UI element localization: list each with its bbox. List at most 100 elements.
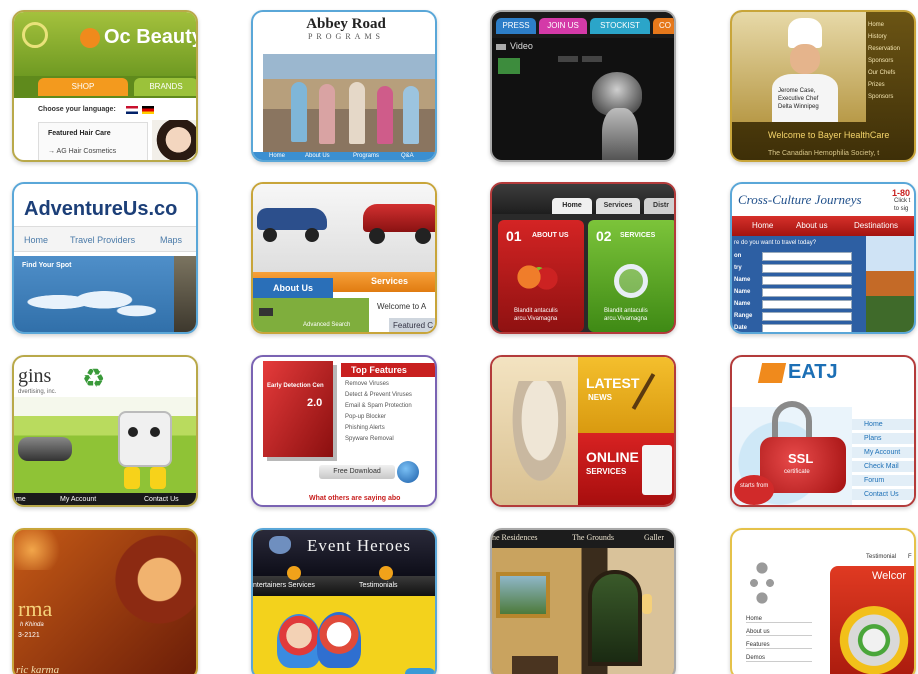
feature-item: Email & Spam Protection [345,403,412,409]
tile-welcome-site[interactable]: Testimonial F Welcor Home About us Featu… [730,528,916,674]
nav-travel-providers[interactable]: Travel Providers [70,235,135,245]
menu-about-us[interactable]: About us [746,629,812,636]
form-rows: on try Name Name Name Range Date [732,250,866,332]
menu-check-mail[interactable]: Check Mail [852,461,914,472]
nav-home[interactable]: me [16,496,26,503]
menu-home[interactable]: Home [852,419,914,430]
cross-click[interactable]: Click t [894,198,910,204]
tile-event-heroes[interactable]: Event Heroes ntertainers Services Testim… [251,528,437,674]
menu-forum[interactable]: Forum [852,475,914,486]
menu-plans[interactable]: Plans [852,433,914,444]
chair-image [512,656,558,674]
select-field[interactable] [762,276,852,285]
recycle-icon: ♻ [82,363,106,393]
tile-gins-advertising[interactable]: gins dvertising, inc. ♻ me My Account Co… [12,355,198,507]
tab-home[interactable]: Home [552,198,592,214]
menu-reservation[interactable]: Reservation [868,46,900,52]
nav-contact-us[interactable]: Contact Us [144,496,179,503]
tile-latest-news[interactable]: LATEST NEWS ONLINE SERVICES [490,355,676,507]
tab-shop[interactable]: SHOP [38,78,128,96]
video-logo-icon [498,58,520,74]
nav-my-account[interactable]: My Account [60,496,96,503]
tab-about-us[interactable]: About Us [253,278,333,298]
tile-karma[interactable]: rma h Khinda 3-2121 ric karma [12,528,198,674]
eatj-logo: EATJ [788,361,838,383]
world-map-image[interactable] [26,280,156,324]
menu-home[interactable]: Home [868,22,884,28]
advanced-search-link[interactable]: Advanced Search [303,322,350,328]
tab-services[interactable]: Services [596,198,640,214]
menu-features[interactable]: Features [746,642,812,649]
tab-services[interactable]: Services [371,276,408,286]
uk-flag-icon[interactable] [126,106,138,114]
nav-maps[interactable]: Maps [160,235,182,245]
nav-about-us[interactable]: About us [796,221,828,230]
top-link-testimonial[interactable]: Testimonial [866,554,896,560]
menu-history[interactable]: History [868,34,887,40]
tile-adventureus[interactable]: AdventureUs.co Home Travel Providers Map… [12,182,198,334]
menu-demos[interactable]: Demos [746,655,812,662]
menu-prizes[interactable]: Prizes [868,82,885,88]
video-control[interactable] [582,56,602,62]
wheel [415,228,431,244]
cross-phone: 1-80 [892,188,911,198]
testimonials-icon [379,566,393,580]
menu-sponsors-2[interactable]: Sponsors [868,94,893,100]
download-arrow-icon[interactable] [397,461,419,483]
video-label: Video [510,41,533,51]
menu-home[interactable]: Home [746,616,812,623]
tab-join-us[interactable]: JOIN US [539,18,587,34]
menu-sponsors[interactable]: Sponsors [868,58,893,64]
tile-oc-beauty[interactable]: Oc Beauty SHOP BRANDS Choose your langua… [12,10,198,162]
menu-our-chefs[interactable]: Our Chefs [868,70,895,76]
nav-destinations[interactable]: Destinations [854,221,898,230]
tile-residences[interactable]: he Residences The Grounds Galler [490,528,676,674]
nav-residences[interactable]: he Residences [492,533,538,542]
menu-contact-us[interactable]: Contact Us [852,489,914,500]
german-flag-icon[interactable] [142,106,154,114]
tab-press[interactable]: PRESS [496,18,536,34]
tile-early-detection[interactable]: Early Detection Cen 2.0 Top Features Rem… [251,355,437,507]
tile-chef-healthcare[interactable]: Jerome Case, Executive Chef Delta Winnip… [730,10,916,162]
tab-co[interactable]: CO [653,18,674,34]
nav-testimonials[interactable]: Testimonials [359,582,398,589]
tab-stockist[interactable]: STOCKIST [590,18,650,34]
select-field[interactable] [762,324,852,332]
nav-home[interactable]: Home [752,221,773,230]
free-download-button[interactable]: Free Download [319,465,395,479]
select-field[interactable] [762,252,852,261]
nav-gallery[interactable]: Galler [644,533,664,542]
more-button[interactable] [405,668,435,674]
select-field[interactable] [762,288,852,297]
featured-link[interactable]: → AG Hair Cosmetics [48,148,116,155]
tile-abbey-road[interactable]: Abbey Road PROGRAMS Home About Us Progra… [251,10,437,162]
event-logo: Event Heroes [307,536,412,555]
top-link-f[interactable]: F [908,554,912,560]
nav-entertainers[interactable]: ntertainers Services [253,582,315,589]
services-label: SERVICES [586,467,627,476]
nav-home[interactable]: Home [24,235,48,245]
video-control[interactable] [558,56,578,62]
nav-qa[interactable]: Q&A [401,153,414,159]
leaf-swirl-icon [22,22,48,48]
tab-brands[interactable]: BRANDS [134,78,196,96]
nav-home[interactable]: Home [269,153,285,159]
tile-rc-cars[interactable]: About Us Services Advanced Search Welcom… [251,182,437,334]
tile-video-site[interactable]: PRESS JOIN US STOCKIST CO Video [490,10,676,162]
select-field[interactable] [762,300,852,309]
statue-bust-image [508,381,566,491]
select-field[interactable] [762,264,852,273]
select-field[interactable] [762,312,852,321]
nav-about[interactable]: About Us [305,153,330,159]
tile-clinic-services[interactable]: Home Services Distr 01 ABOUT US Blandit … [490,182,676,334]
cross-signup[interactable]: to sig [894,206,908,212]
tab-distr[interactable]: Distr [644,198,674,214]
menu-my-account[interactable]: My Account [852,447,914,458]
tile-cross-culture-journeys[interactable]: Cross-Culture Journeys 1-80 Click t to s… [730,182,916,334]
search-arrow-icon[interactable] [259,308,273,316]
featured-tab[interactable]: Featured C [389,318,435,332]
nav-grounds[interactable]: The Grounds [572,533,614,542]
nav-programs[interactable]: Programs [353,153,379,159]
tile-eatj-hosting[interactable]: EATJ SSL certificate starts from Home Pl… [730,355,916,507]
top-features-heading: Top Features [341,363,435,377]
